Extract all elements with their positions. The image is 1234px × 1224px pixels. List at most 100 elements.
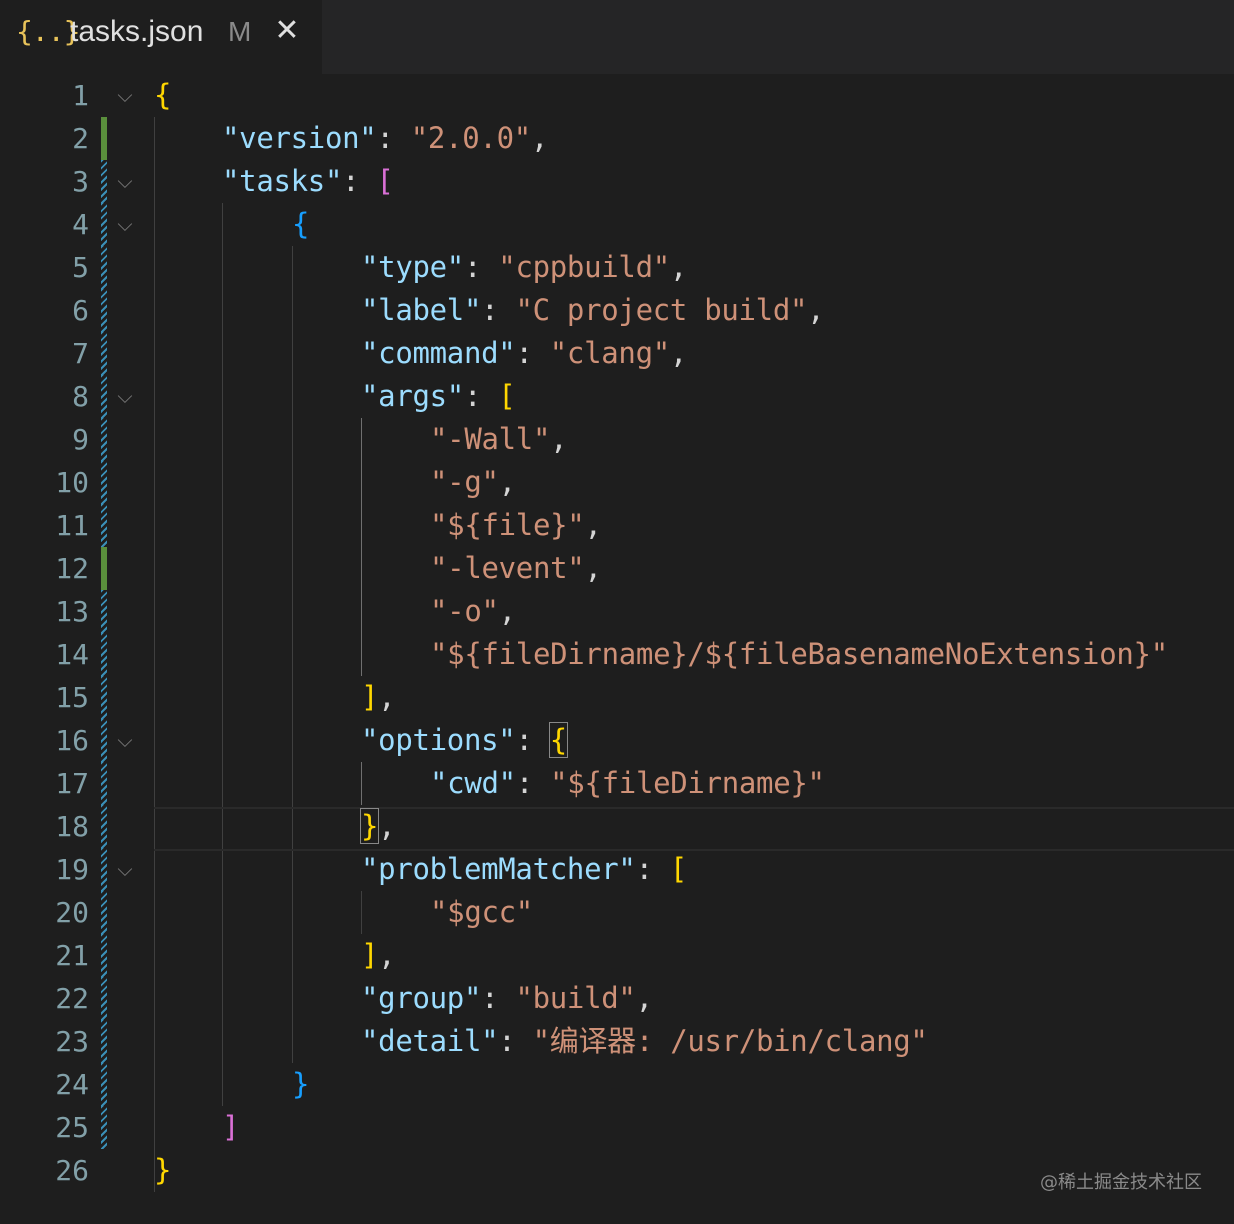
gutter-modified-marker[interactable]	[101, 934, 107, 977]
line-number: 3	[72, 165, 89, 198]
line-code: "problemMatcher": [	[361, 852, 688, 886]
gutter-modified-marker[interactable]	[101, 977, 107, 1020]
code-line[interactable]: 10 "-g",	[0, 461, 1234, 504]
line-number: 10	[55, 466, 89, 499]
line-code: "detail": "编译器: /usr/bin/clang"	[361, 1024, 928, 1058]
line-code: "${file}",	[430, 508, 602, 542]
fold-chevron-icon[interactable]: ⌵	[112, 719, 138, 762]
matched-bracket: {	[548, 722, 568, 758]
line-number: 17	[55, 767, 89, 800]
line-number: 25	[55, 1111, 89, 1144]
gutter-modified-marker[interactable]	[101, 1020, 107, 1063]
watermark: @稀土掘金技术社区	[1040, 1172, 1202, 1193]
line-code: {	[154, 78, 172, 112]
code-line[interactable]: 16 ⌵ "options": {	[0, 719, 1234, 762]
gutter-modified-marker[interactable]	[101, 461, 107, 504]
gutter-modified-marker[interactable]	[101, 246, 107, 289]
code-line[interactable]: 7 "command": "clang",	[0, 332, 1234, 375]
code-line[interactable]: 2 "version": "2.0.0",	[0, 117, 1234, 160]
line-code: "options": {	[361, 722, 568, 758]
line-code: {	[292, 207, 310, 241]
code-line[interactable]: 3 ⌵ "tasks": [	[0, 160, 1234, 203]
fold-chevron-icon[interactable]: ⌵	[112, 160, 138, 203]
matched-bracket: }	[359, 808, 380, 844]
close-icon[interactable]: ✕	[272, 16, 302, 46]
code-line[interactable]: 4 ⌵ {	[0, 203, 1234, 246]
line-number: 13	[55, 595, 89, 628]
line-number: 21	[55, 939, 89, 972]
line-code: "tasks": [	[222, 164, 394, 198]
line-number: 12	[55, 552, 89, 585]
code-line[interactable]: 21 ],	[0, 934, 1234, 977]
tab-tasks-json[interactable]: {..} tasks.json M ✕	[0, 0, 322, 74]
code-line[interactable]: 12 "-levent",	[0, 547, 1234, 590]
code-editor[interactable]: 1 ⌵ { 2 "version": "2.0.0", 3 ⌵ "tasks":…	[0, 74, 1234, 1224]
line-number: 18	[55, 810, 89, 843]
gutter-modified-marker[interactable]	[101, 1106, 107, 1149]
tab-bar: {..} tasks.json M ✕	[0, 0, 1234, 74]
gutter-added-marker[interactable]	[101, 547, 107, 590]
code-line[interactable]: 5 "type": "cppbuild",	[0, 246, 1234, 289]
line-code: "type": "cppbuild",	[361, 250, 688, 284]
gutter-modified-marker[interactable]	[101, 848, 107, 891]
line-number: 22	[55, 982, 89, 1015]
code-line[interactable]: 22 "group": "build",	[0, 977, 1234, 1020]
fold-chevron-icon[interactable]: ⌵	[112, 848, 138, 891]
modified-badge: M	[228, 16, 252, 47]
code-line[interactable]: 8 ⌵ "args": [	[0, 375, 1234, 418]
line-number: 24	[55, 1068, 89, 1101]
line-number: 11	[55, 509, 89, 542]
fold-chevron-icon[interactable]: ⌵	[112, 74, 138, 117]
gutter-modified-marker[interactable]	[101, 590, 107, 633]
gutter-modified-marker[interactable]	[101, 418, 107, 461]
line-code: ],	[361, 680, 396, 714]
code-line[interactable]: 6 "label": "C project build",	[0, 289, 1234, 332]
code-line[interactable]: 18 },	[0, 805, 1234, 848]
line-number: 20	[55, 896, 89, 929]
gutter-modified-marker[interactable]	[101, 203, 107, 246]
line-code: },	[359, 808, 396, 844]
line-number: 15	[55, 681, 89, 714]
gutter-modified-marker[interactable]	[101, 160, 107, 203]
gutter-modified-marker[interactable]	[101, 375, 107, 418]
gutter-modified-marker[interactable]	[101, 891, 107, 934]
code-line[interactable]: 20 "$gcc"	[0, 891, 1234, 934]
code-line[interactable]: 15 ],	[0, 676, 1234, 719]
code-line[interactable]: 19 ⌵ "problemMatcher": [	[0, 848, 1234, 891]
line-number: 9	[72, 423, 89, 456]
code-line[interactable]: 13 "-o",	[0, 590, 1234, 633]
line-code: "-Wall",	[430, 422, 568, 456]
gutter-modified-marker[interactable]	[101, 719, 107, 762]
code-line[interactable]: 14 "${fileDirname}/${fileBasenameNoExten…	[0, 633, 1234, 676]
line-number: 6	[72, 294, 89, 327]
gutter-modified-marker[interactable]	[101, 676, 107, 719]
code-line[interactable]: 24 }	[0, 1063, 1234, 1106]
code-line[interactable]: 9 "-Wall",	[0, 418, 1234, 461]
line-code: "command": "clang",	[361, 336, 688, 370]
line-number: 14	[55, 638, 89, 671]
fold-chevron-icon[interactable]: ⌵	[112, 375, 138, 418]
gutter-modified-marker[interactable]	[101, 289, 107, 332]
gutter-modified-marker[interactable]	[101, 1063, 107, 1106]
line-code: "label": "C project build",	[361, 293, 825, 327]
line-code: "cwd": "${fileDirname}"	[430, 766, 825, 800]
line-code: }	[292, 1067, 310, 1101]
code-line[interactable]: 1 ⌵ {	[0, 74, 1234, 117]
line-code: "args": [	[361, 379, 516, 413]
code-line[interactable]: 23 "detail": "编译器: /usr/bin/clang"	[0, 1020, 1234, 1063]
code-line[interactable]: 17 "cwd": "${fileDirname}"	[0, 762, 1234, 805]
gutter-modified-marker[interactable]	[101, 504, 107, 547]
line-number: 5	[72, 251, 89, 284]
line-code: "-g",	[430, 465, 516, 499]
gutter-modified-marker[interactable]	[101, 332, 107, 375]
line-number: 8	[72, 380, 89, 413]
code-line[interactable]: 25 ]	[0, 1106, 1234, 1149]
code-line[interactable]: 11 "${file}",	[0, 504, 1234, 547]
gutter-modified-marker[interactable]	[101, 762, 107, 805]
line-code: "-levent",	[430, 551, 602, 585]
gutter-added-marker[interactable]	[101, 117, 107, 160]
gutter-modified-marker[interactable]	[101, 633, 107, 676]
line-number: 16	[55, 724, 89, 757]
gutter-modified-marker[interactable]	[101, 805, 107, 848]
fold-chevron-icon[interactable]: ⌵	[112, 203, 138, 246]
